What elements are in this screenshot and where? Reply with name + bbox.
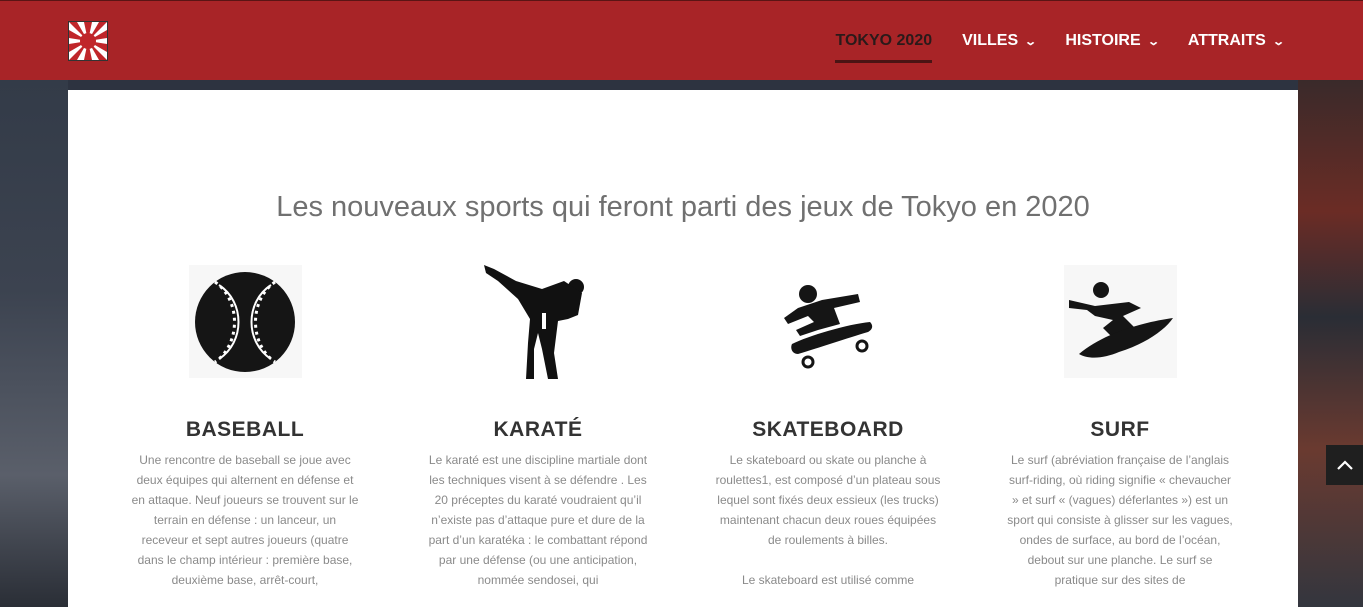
nav-label: VILLES [962,32,1019,49]
sport-description: Le karaté est une discipline martiale do… [428,453,648,587]
background-photo-right [1298,80,1363,607]
sport-title: SURF [1090,418,1150,441]
skateboard-icon [771,265,885,378]
content-card: Les nouveaux sports qui feront parti des… [68,90,1298,607]
page-title: Les nouveaux sports qui feront parti des… [276,191,1090,224]
nav-tokyo-2020[interactable]: TOKYO 2020 [835,1,932,81]
nav-label: ATTRAITS [1187,32,1266,49]
sport-card-surf: SURF Le surf (abréviation française de l… [1005,265,1235,590]
nav-histoire[interactable]: HISTOIRE ⌄ [1065,1,1160,81]
nav-label: HISTOIRE [1065,32,1141,49]
sport-card-skateboard: SKATEBOARD Le skateboard ou skate ou pla… [713,265,943,590]
sport-title: SKATEBOARD [752,418,904,441]
main-nav: TOKYO 2020 VILLES ⌄ HISTOIRE ⌄ ATTRAITS … [805,1,1285,81]
sport-title: KARATÉ [493,418,583,441]
nav-villes[interactable]: VILLES ⌄ [962,1,1038,81]
scroll-to-top-button[interactable] [1326,445,1363,485]
chevron-up-icon [1336,460,1353,470]
chevron-down-icon: ⌄ [1146,35,1160,48]
rising-sun-flag-icon[interactable] [68,21,108,61]
surf-icon [1063,265,1177,378]
karate-icon [481,264,595,379]
chevron-down-icon: ⌄ [1024,35,1038,48]
chevron-down-icon: ⌄ [1271,35,1285,48]
nav-label: TOKYO 2020 [835,32,933,49]
sport-description: Le skateboard ou skate ou planche à roul… [715,453,941,547]
sport-card-baseball: BASEBALL Une rencontre de baseball se jo… [130,265,360,590]
nav-attraits[interactable]: ATTRAITS ⌄ [1187,1,1285,81]
baseball-icon [188,265,302,378]
sport-description: Le skateboard est utilisé comme [741,573,915,587]
top-navigation-bar: TOKYO 2020 VILLES ⌄ HISTOIRE ⌄ ATTRAITS … [0,0,1363,80]
background-photo-left [0,80,68,607]
sport-description: Une rencontre de baseball se joue avec d… [131,453,359,587]
sport-description: Le surf (abréviation française de l’angl… [1007,453,1233,587]
sport-title: BASEBALL [185,418,305,441]
sport-card-karate: KARATÉ Le karaté est une discipline mart… [423,264,653,590]
